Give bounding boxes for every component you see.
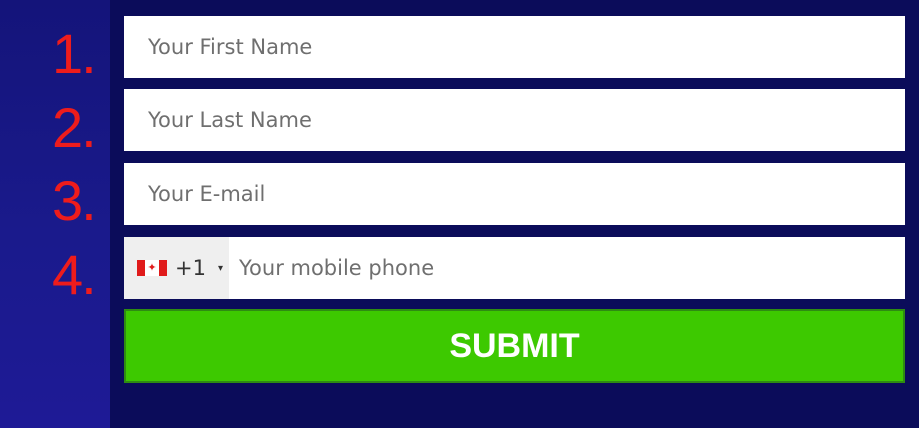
step-number-4: 4.: [52, 243, 97, 306]
country-code-select[interactable]: ✦ +1 ▾: [124, 237, 229, 299]
chevron-down-icon: ▾: [217, 262, 223, 274]
step-number-3: 3.: [52, 169, 97, 232]
mobile-phone-field[interactable]: [229, 237, 905, 299]
step-number-1: 1.: [52, 22, 97, 85]
submit-button[interactable]: SUBMIT: [124, 309, 905, 383]
first-name-field[interactable]: [124, 16, 905, 78]
step-number-2: 2.: [52, 96, 97, 159]
dial-code: +1: [175, 256, 206, 280]
canada-flag-icon: ✦: [137, 260, 167, 276]
last-name-field[interactable]: [124, 89, 905, 151]
email-field[interactable]: [124, 163, 905, 225]
phone-field-group: ✦ +1 ▾: [124, 237, 905, 299]
